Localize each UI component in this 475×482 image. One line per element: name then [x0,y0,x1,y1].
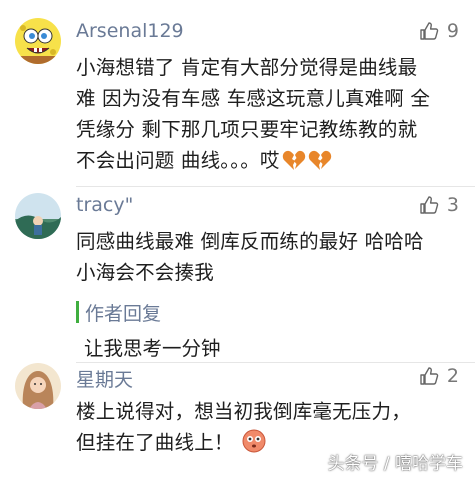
like-button[interactable]: 3 [419,194,459,216]
author-reply-label: 作者回复 [85,303,162,325]
broken-heart-icon [282,149,306,180]
like-count: 9 [446,20,459,42]
author-reply-marker [76,301,79,323]
avatar[interactable] [15,363,61,409]
username[interactable]: 星期天 [76,365,133,392]
like-button[interactable]: 2 [419,365,459,387]
thumbs-up-icon [420,22,439,40]
like-count: 2 [446,365,459,387]
avatar[interactable] [15,193,61,239]
thumbs-up-icon [420,196,439,214]
author-reply-text: 让我思考一分钟 [84,337,221,360]
landscape-avatar-icon [15,193,61,239]
comment-text: 小海想错了 肯定有大部分觉得是曲线最 难 因为没有车感 车感这玩意儿真难啊 全 … [76,52,462,180]
flushed-face-icon [242,429,266,462]
thumbs-up-icon [420,367,439,385]
comment-text: 同感曲线最难 倒库反而练的最好 哈哈哈 小海会不会揍我 [76,230,424,284]
like-button[interactable]: 9 [419,20,459,42]
girl-avatar-icon [15,363,61,409]
broken-heart-icon [308,149,332,180]
like-count: 3 [446,194,459,216]
divider [76,362,475,363]
avatar[interactable] [15,18,61,64]
divider [76,186,475,187]
username[interactable]: Arsenal129 [76,20,184,42]
username[interactable]: tracy" [76,194,133,216]
watermark: 头条号 / 嘻哈学车 [327,454,463,474]
spongebob-avatar-icon [15,18,61,64]
